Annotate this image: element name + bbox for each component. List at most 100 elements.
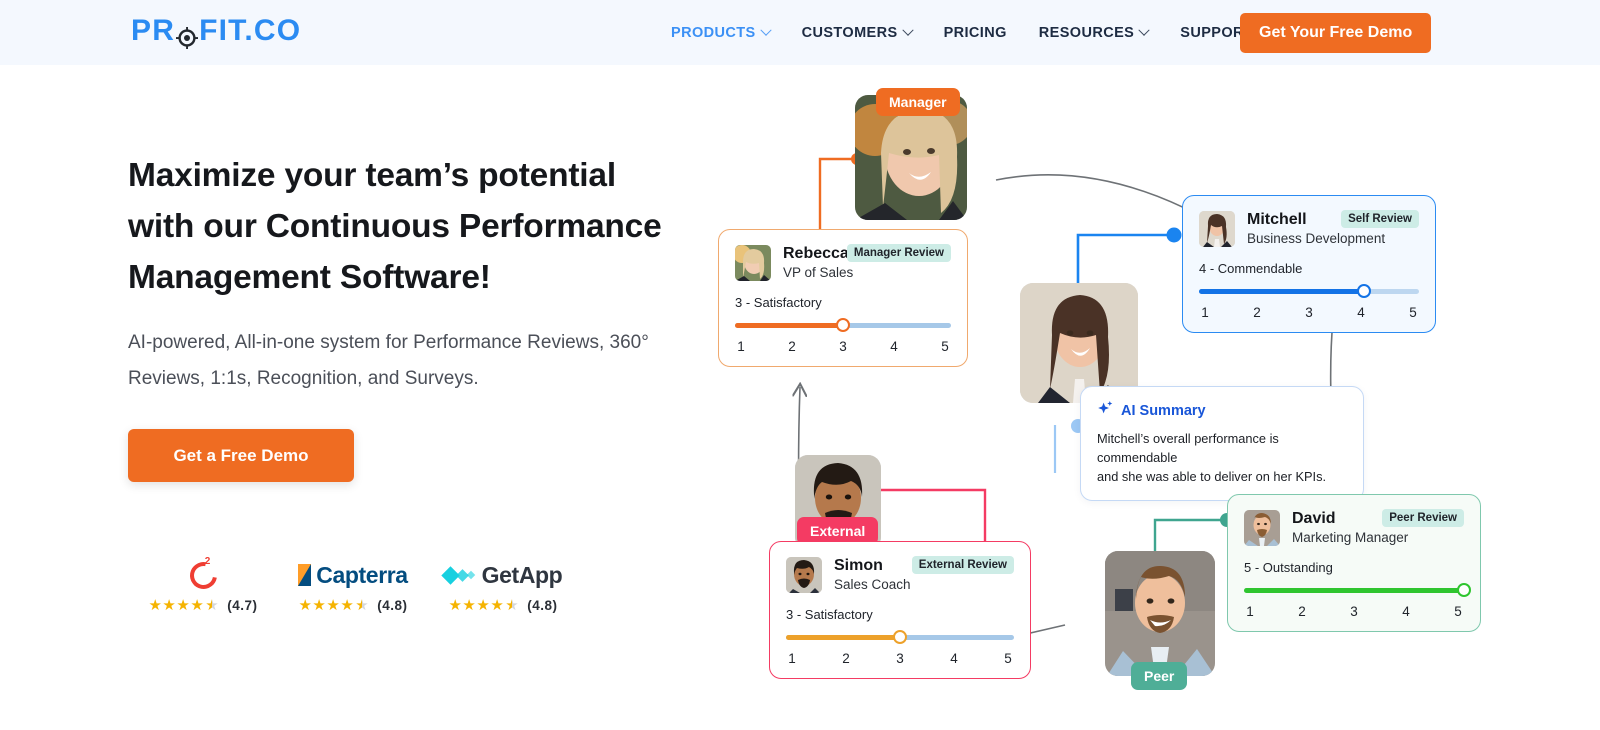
- stars-full: ★★★★: [298, 597, 355, 614]
- badge-rating: ★★★★ ★ (4.8): [428, 596, 578, 614]
- badge-capterra[interactable]: Capterra ★★★★ ★ (4.8): [278, 560, 428, 614]
- scale-tick: 4: [950, 651, 958, 666]
- role-badge-label: Manager: [889, 94, 947, 110]
- nav-label: PRICING: [943, 24, 1007, 41]
- nav-item-pricing[interactable]: PRICING: [928, 25, 1023, 41]
- card-role: Marketing Manager: [1292, 530, 1409, 545]
- review-type-badge: Self Review: [1341, 210, 1419, 228]
- rating-scale: 1 2 3 4 5: [735, 339, 951, 354]
- scale-tick: 1: [737, 339, 745, 354]
- avatar: [1244, 510, 1280, 546]
- role-badge-label: External: [810, 523, 866, 539]
- review-badges: 2 ★★★★ ★ (4.7) Capterra ★★★★ ★ (4.8) GetAp…: [128, 555, 578, 614]
- review-card-rebecca[interactable]: Rebecca VP of Sales Manager Review 3 - S…: [718, 229, 968, 367]
- nav-label: RESOURCES: [1038, 24, 1135, 41]
- header-free-demo-button[interactable]: Get Your Free Demo: [1240, 13, 1432, 53]
- card-header: Simon Sales Coach External Review: [786, 556, 1014, 594]
- badge-g2[interactable]: 2 ★★★★ ★ (4.7): [128, 555, 278, 614]
- scale-tick: 5: [1004, 651, 1012, 666]
- profitco-logo[interactable]: PR FIT.CO: [131, 14, 302, 49]
- scale-tick: 3: [896, 651, 904, 666]
- review-card-david[interactable]: David Marketing Manager Peer Review 5 - …: [1227, 494, 1481, 632]
- star-half-icon: ★: [205, 597, 220, 614]
- hero-free-demo-button[interactable]: Get a Free Demo: [128, 429, 354, 482]
- badge-score: (4.7): [227, 597, 258, 613]
- star-half-icon: ★: [505, 597, 520, 614]
- rating-label: 4 - Commendable: [1199, 261, 1303, 276]
- card-role: Business Development: [1247, 231, 1386, 246]
- scale-tick: 2: [1253, 305, 1261, 320]
- avatar: [1199, 211, 1235, 247]
- heading-line-2: with our Continuous Performance: [128, 208, 662, 245]
- mitchell-photo: [1020, 283, 1138, 403]
- rating-scale: 1 2 3 4 5: [1244, 604, 1464, 619]
- scale-tick: 2: [788, 339, 796, 354]
- badge-score: (4.8): [527, 597, 558, 613]
- g2-logo: 2: [128, 555, 278, 594]
- rating-label: 3 - Satisfactory: [786, 607, 873, 622]
- nav-item-customers[interactable]: CUSTOMERS: [786, 24, 928, 41]
- logo-text-post: FIT.CO: [199, 14, 302, 47]
- peer-photo: [1105, 551, 1215, 676]
- card-identity: Simon Sales Coach: [834, 556, 911, 594]
- ai-summary-line-2: and she was able to deliver on her KPIs.: [1097, 469, 1327, 484]
- scale-tick: 3: [839, 339, 847, 354]
- role-badge-peer: Peer: [1131, 662, 1188, 690]
- badge-getapp[interactable]: GetApp ★★★★ ★ (4.8): [428, 560, 578, 614]
- slider-fill: [735, 323, 843, 328]
- scale-tick: 4: [1357, 305, 1365, 320]
- rating-slider[interactable]: [1199, 284, 1419, 298]
- slider-knob[interactable]: [836, 318, 850, 332]
- avatar: [786, 557, 822, 593]
- ai-summary-card: AI Summary Mitchell’s overall performanc…: [1080, 386, 1364, 501]
- scale-tick: 5: [1409, 305, 1417, 320]
- scale-tick: 2: [842, 651, 850, 666]
- capterra-logo: Capterra: [278, 560, 428, 590]
- card-identity: Rebecca VP of Sales: [783, 244, 853, 282]
- review-card-mitchell[interactable]: Mitchell Business Development Self Revie…: [1182, 195, 1436, 333]
- ai-summary-line-1: Mitchell’s overall performance is commen…: [1097, 431, 1279, 465]
- sparkle-icon: [1097, 400, 1114, 421]
- heading-line-1: Maximize your team’s potential: [128, 157, 616, 194]
- scale-tick: 3: [1305, 305, 1313, 320]
- badge-score: (4.8): [377, 597, 408, 613]
- nav-label: CUSTOMERS: [801, 24, 898, 41]
- stars-full: ★★★★: [448, 597, 505, 614]
- logo-text-pre: PR: [131, 14, 176, 47]
- slider-knob[interactable]: [893, 630, 907, 644]
- rating-slider[interactable]: [786, 630, 1014, 644]
- review-type-badge: Peer Review: [1382, 509, 1464, 527]
- slider-fill: [1244, 588, 1464, 593]
- rating-scale: 1 2 3 4 5: [1199, 305, 1419, 320]
- ai-summary-title: AI Summary: [1097, 400, 1347, 421]
- review-card-simon[interactable]: Simon Sales Coach External Review 3 - Sa…: [769, 541, 1031, 679]
- card-role: VP of Sales: [783, 265, 854, 280]
- rating-scale: 1 2 3 4 5: [786, 651, 1014, 666]
- stars-full: ★★★★: [148, 597, 205, 614]
- slider-knob[interactable]: [1457, 583, 1471, 597]
- rating-slider[interactable]: [1244, 583, 1471, 597]
- badge-rating: ★★★★ ★ (4.7): [128, 596, 278, 614]
- scale-tick: 4: [1402, 604, 1410, 619]
- card-header: David Marketing Manager Peer Review: [1244, 509, 1464, 547]
- nav-item-resources[interactable]: RESOURCES: [1023, 24, 1164, 41]
- card-role: Sales Coach: [834, 577, 911, 592]
- rating-label: 3 - Satisfactory: [735, 295, 822, 310]
- review-type-badge: External Review: [911, 556, 1014, 574]
- rating-label: 5 - Outstanding: [1244, 560, 1333, 575]
- nav-item-products[interactable]: PRODUCTS: [655, 24, 786, 41]
- star-half-icon: ★: [355, 597, 370, 614]
- getapp-wordmark: GetApp: [481, 561, 563, 588]
- avatar: [735, 245, 771, 281]
- chevron-down-icon: [901, 24, 914, 36]
- card-name: Simon: [834, 557, 883, 574]
- rating-slider[interactable]: [735, 318, 951, 332]
- slider-knob[interactable]: [1357, 284, 1371, 298]
- role-badge-manager: Manager: [876, 88, 960, 116]
- scale-tick: 3: [1350, 604, 1358, 619]
- hero-subheading: AI-powered, All-in-one system for Perfor…: [128, 332, 649, 389]
- heading-line-3: Management Software!: [128, 259, 491, 296]
- performance-review-diagram: Manager Rebecca VP of Sales Manager Revi…: [700, 65, 1600, 730]
- site-header: PR FIT.CO PRODUCTS CUSTOMERS PRICING RES…: [0, 0, 1600, 65]
- getapp-logo: GetApp: [428, 560, 578, 590]
